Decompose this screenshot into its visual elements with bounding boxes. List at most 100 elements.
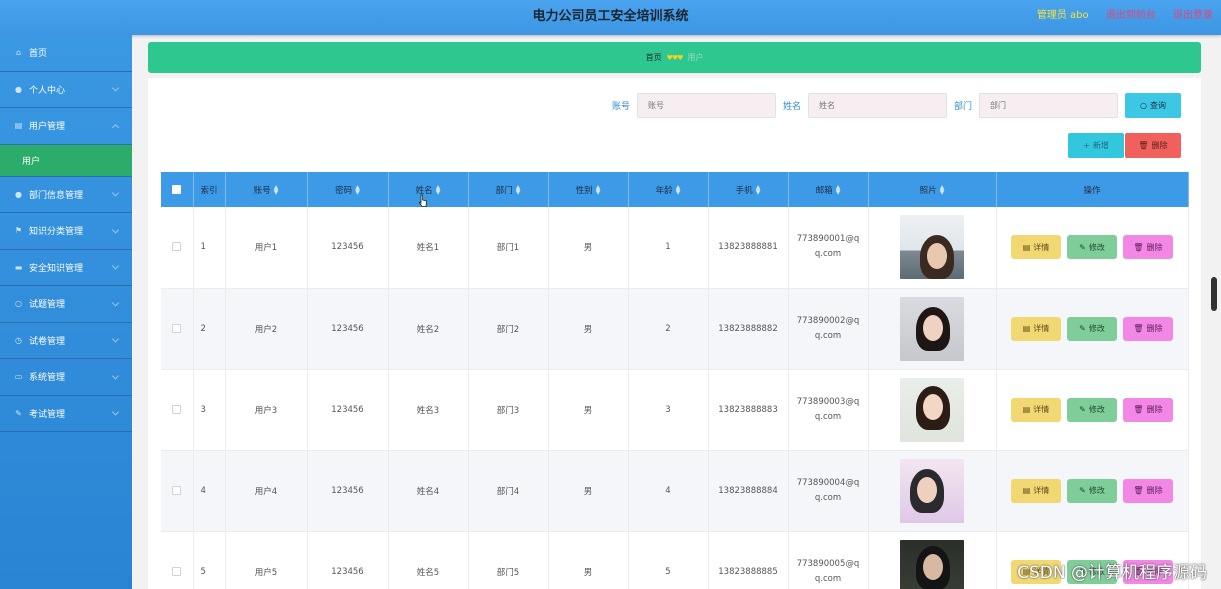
col-header-photo[interactable]: 照片 ▲ ▼ <box>868 172 997 207</box>
row-checkbox[interactable] <box>172 485 182 495</box>
detail-button[interactable]: ▤ 详情 <box>1011 478 1061 503</box>
cell-dept: 部门4 <box>468 450 549 532</box>
sidebar-item-safety-knowledge[interactable]: ▬ 安全知识管理 <box>0 250 132 286</box>
delete-button-label: 删除 <box>1146 405 1163 414</box>
edit-button[interactable]: ✎ 修改 <box>1067 478 1117 503</box>
sidebar-item-department[interactable]: ● 部门信息管理 <box>0 177 132 213</box>
sidebar-subitem-users[interactable]: 用户 <box>0 144 132 177</box>
sidebar-item-label: 系统管理 <box>29 373 66 384</box>
query-button-label: 查询 <box>1149 101 1166 110</box>
table-row: 1 用户1 123456 姓名1 部门1 男 1 13823888881 773… <box>161 207 1189 289</box>
power-icon: ○ <box>15 299 22 309</box>
sidebar-item-user-management[interactable]: ▤ 用户管理 <box>0 108 132 145</box>
cell-email-wrap: 773890003@qq.com <box>788 369 869 451</box>
pencil-icon: ✎ <box>1079 324 1086 333</box>
col-header-label: 年龄 <box>655 185 673 196</box>
header-user-area: 管理员 abo 退出到前台 退出登录 <box>1023 0 1213 35</box>
sidebar-item-system[interactable]: ▭ 系统管理 <box>0 359 132 396</box>
edit-button-label: 修改 <box>1088 486 1105 495</box>
chevron-down-icon <box>111 84 120 92</box>
col-header-gender[interactable]: 性别 ▲ ▼ <box>548 172 629 207</box>
cell-name: 姓名5 <box>388 531 469 589</box>
account-search-input[interactable] <box>636 93 776 118</box>
col-header-dept[interactable]: 部门 ▲ ▼ <box>468 172 549 207</box>
col-header-label: 性别 <box>575 185 593 196</box>
col-header-account[interactable]: 账号 ▲ ▼ <box>225 172 308 207</box>
col-header-name[interactable]: 姓名 ▲ ▼ <box>388 172 469 207</box>
delete-button[interactable]: 🗑 删除 <box>1123 397 1173 422</box>
sort-icon[interactable]: ▲ ▼ <box>596 185 601 196</box>
watermark: CSDN @计算机程序源码 <box>1017 563 1207 583</box>
cell-name: 姓名2 <box>388 288 469 370</box>
breadcrumb: 首页 ♥♥♥ 用户 <box>148 42 1201 73</box>
flag-icon: ⚑ <box>14 226 23 236</box>
pen-icon: ✎ <box>15 408 22 418</box>
delete-button[interactable]: 🗑 删除 <box>1123 235 1173 260</box>
sidebar-item-knowledge-category[interactable]: ⚑ 知识分类管理 <box>0 213 132 250</box>
chevron-down-icon <box>111 372 120 380</box>
breadcrumb-home[interactable]: 首页 <box>646 52 662 63</box>
sort-icon[interactable]: ▲ ▼ <box>516 185 521 196</box>
sidebar-item-label: 用户管理 <box>29 122 66 133</box>
cell-gender: 男 <box>548 531 629 589</box>
sidebar: ⌂ 首页 ● 个人中心 ▤ 用户管理 用户 ● 部门信息管理 ⚑ 知识分类管理 … <box>0 35 132 589</box>
sidebar-item-personal-center[interactable]: ● 个人中心 <box>0 72 132 108</box>
cell-age: 1 <box>628 207 709 289</box>
detail-button[interactable]: ▤ 详情 <box>1011 235 1061 260</box>
sort-icon[interactable]: ▲ ▼ <box>836 185 841 196</box>
edit-button[interactable]: ✎ 修改 <box>1067 235 1117 260</box>
delete-button-label: 删除 <box>1146 242 1163 252</box>
sidebar-item-questions[interactable]: ○ 试题管理 <box>0 286 132 323</box>
admin-label: 管理员 abo <box>1036 10 1089 21</box>
sort-icon[interactable]: ▲ ▼ <box>676 185 681 196</box>
col-header-password[interactable]: 密码 ▲ ▼ <box>307 172 389 207</box>
row-checkbox[interactable] <box>172 404 182 414</box>
edit-button[interactable]: ✎ 修改 <box>1067 397 1117 422</box>
select-all-checkbox[interactable] <box>172 184 182 194</box>
chevron-down-icon <box>111 226 120 234</box>
sort-icon[interactable]: ▲ ▼ <box>756 185 761 196</box>
add-button[interactable]: + 新增 <box>1068 133 1124 158</box>
detail-button[interactable]: ▤ 详情 <box>1011 397 1061 422</box>
row-checkbox[interactable] <box>172 242 182 252</box>
sort-icon[interactable]: ▲ ▼ <box>940 185 945 196</box>
col-header-phone[interactable]: 手机 ▲ ▼ <box>708 172 789 207</box>
cell-photo <box>868 288 997 370</box>
query-button[interactable]: ○ 查询 <box>1125 93 1181 118</box>
sidebar-item-exam[interactable]: ✎ 考试管理 <box>0 396 132 432</box>
detail-button[interactable]: ▤ 详情 <box>1011 316 1061 341</box>
row-select-cell <box>161 207 194 289</box>
edit-button-label: 修改 <box>1088 242 1105 252</box>
batch-delete-button[interactable]: 🗑 删除 <box>1125 133 1181 158</box>
logout-link[interactable]: 退出登录 <box>1173 10 1213 21</box>
sidebar-item-label: 部门信息管理 <box>29 190 84 201</box>
trash-icon: 🗑 <box>1133 486 1144 495</box>
back-to-front-link[interactable]: 退出到前台 <box>1106 10 1156 21</box>
row-checkbox[interactable] <box>172 566 182 576</box>
document-icon: ▤ <box>14 121 23 131</box>
sidebar-item-papers[interactable]: ◷ 试卷管理 <box>0 323 132 359</box>
sidebar-item-home[interactable]: ⌂ 首页 <box>0 35 132 72</box>
delete-button[interactable]: 🗑 删除 <box>1123 478 1173 503</box>
cell-account: 用户1 <box>225 207 308 289</box>
col-header-age[interactable]: 年龄 ▲ ▼ <box>628 172 709 207</box>
add-button-label: 新增 <box>1092 141 1109 150</box>
delete-button[interactable]: 🗑 删除 <box>1123 316 1173 341</box>
col-header-email[interactable]: 邮箱 ▲ ▼ <box>788 172 869 207</box>
name-search-input[interactable] <box>807 93 947 118</box>
page-scrollbar[interactable] <box>1211 277 1217 311</box>
sort-icon[interactable]: ▲ ▼ <box>355 185 360 196</box>
cell-email: 773890004@qq.com <box>796 477 860 503</box>
col-header-actions: 操作 <box>996 172 1189 207</box>
edit-button[interactable]: ✎ 修改 <box>1067 316 1117 341</box>
row-checkbox[interactable] <box>172 323 182 333</box>
cell-index: 5 <box>193 531 226 589</box>
sort-icon[interactable]: ▲ ▼ <box>436 185 441 196</box>
user-photo <box>900 539 964 589</box>
dept-search-input[interactable] <box>979 93 1118 118</box>
cell-account: 用户5 <box>225 531 308 589</box>
table-header-row: 索引 账号 ▲ ▼ 密码 ▲ ▼ 姓名 ▲ ▼ 部门 ▲ ▼ 性别 ▲ ▼ 年龄 ▲ ▼ 手机 ▲ ▼ 邮箱… <box>161 172 1189 207</box>
chevron-down-icon <box>111 262 120 270</box>
card-icon: ▬ <box>14 262 23 272</box>
sort-icon[interactable]: ▲ ▼ <box>274 185 279 196</box>
